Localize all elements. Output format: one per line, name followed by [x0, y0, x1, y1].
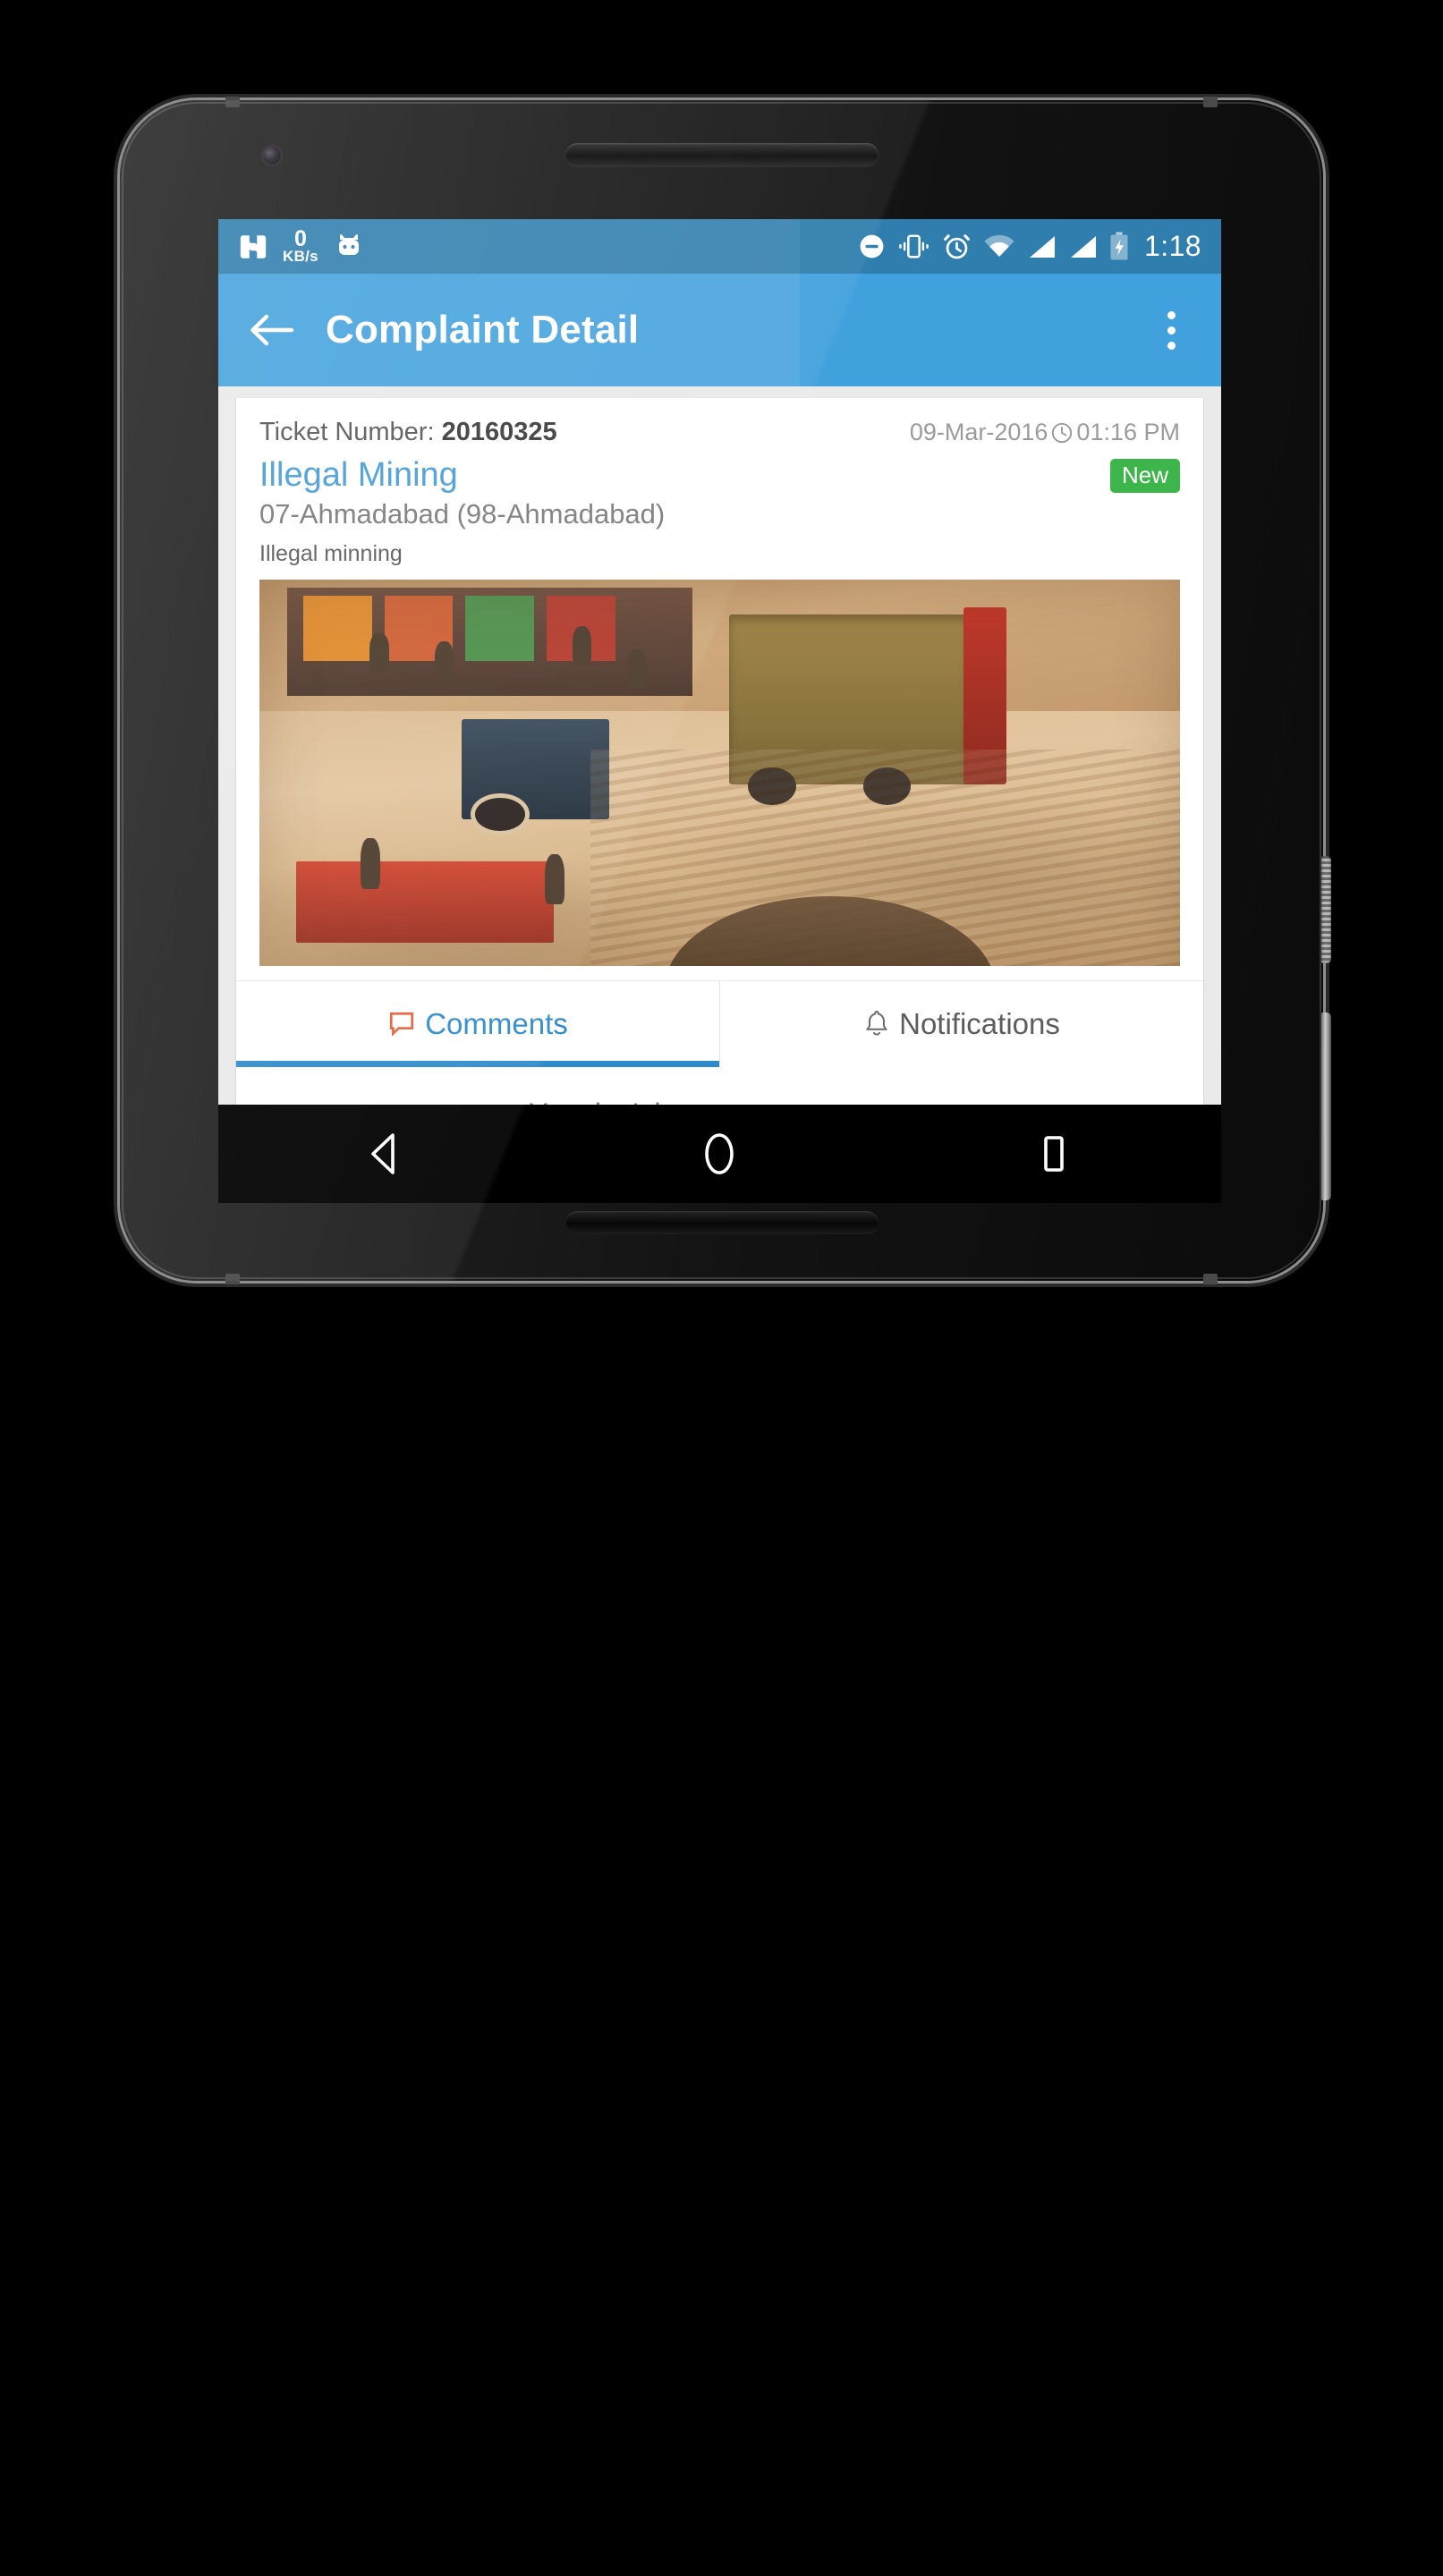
android-navigation-bar: [218, 1105, 1221, 1203]
nav-recents-square-icon: [1044, 1136, 1064, 1172]
ticket-timestamp: 09-Mar-2016 01:16 PM: [910, 419, 1180, 446]
content-scroll-area[interactable]: Ticket Number: 20160325 09-Mar-2016 01:1…: [218, 386, 1221, 1105]
page-title: Complaint Detail: [326, 308, 640, 352]
alarm-icon: [944, 234, 971, 259]
tab-notifications-label: Notifications: [899, 1007, 1060, 1040]
phone-frame: 0 KB/s 1:18 Complaint Detail Ticket Numb…: [120, 97, 1331, 1284]
ticket-number: Ticket Number: 20160325: [259, 418, 557, 447]
back-button[interactable]: [243, 302, 299, 358]
signal-icon: [1071, 235, 1097, 258]
arrow-left-icon: [250, 314, 294, 346]
front-camera-icon: [263, 147, 281, 165]
ticket-time-value: 01:16 PM: [1076, 419, 1180, 445]
network-speed-value: 0: [294, 226, 307, 252]
comments-panel: You don't have any comments Send Comment: [236, 1067, 1203, 1105]
more-vertical-icon: [1167, 341, 1176, 350]
more-vertical-icon: [1167, 310, 1176, 319]
bottom-speaker-grille: [564, 1211, 879, 1234]
status-badge: New: [1109, 458, 1180, 493]
volume-rocker-button[interactable]: [1321, 1013, 1331, 1200]
complaint-description: Illegal minning: [259, 541, 403, 566]
frame-nub: [1203, 97, 1218, 107]
wifi-icon: [984, 234, 1014, 257]
nav-home-circle-icon: [705, 1133, 734, 1174]
ticket-number-value: 20160325: [441, 418, 557, 446]
frame-nub: [225, 1274, 240, 1284]
complaint-photo[interactable]: [259, 580, 1180, 966]
power-button[interactable]: [1321, 856, 1331, 963]
status-bar-clock: 1:18: [1144, 230, 1201, 262]
ticket-header-row: Ticket Number: 20160325 09-Mar-2016 01:1…: [236, 398, 1203, 447]
empty-comments-message: You don't have any comments: [236, 1097, 1203, 1105]
complaint-location: 07-Ahmadabad (98-Ahmadabad): [259, 498, 666, 530]
nav-recents-button[interactable]: [1000, 1105, 1108, 1203]
network-speed-unit: KB/s: [283, 248, 318, 266]
signal-icon: [1030, 235, 1056, 258]
clock-icon: [1052, 422, 1073, 443]
earpiece-speaker: [564, 143, 879, 166]
comment-bubble-icon: [390, 1012, 414, 1037]
nav-back-triangle-icon: [371, 1133, 395, 1174]
complaint-title[interactable]: Illegal Mining: [259, 456, 458, 495]
battery-charging-icon: [1110, 232, 1128, 260]
frame-nub: [1203, 1274, 1218, 1284]
cyanogenmod-icon: [338, 233, 359, 255]
more-vertical-icon: [1167, 326, 1176, 335]
phone-screen: 0 KB/s 1:18 Complaint Detail Ticket Numb…: [218, 219, 1221, 1203]
complaint-title-row: Illegal Mining New: [236, 447, 1203, 495]
tab-notifications[interactable]: Notifications: [719, 981, 1203, 1067]
tab-comments-label: Comments: [425, 1007, 568, 1040]
ticket-date-value: 09-Mar-2016: [909, 419, 1048, 445]
nav-home-button[interactable]: [666, 1105, 773, 1203]
bell-icon: [866, 1010, 888, 1036]
status-bar-right-icons: 1:18: [858, 230, 1201, 263]
status-bar-left-icons: 0 KB/s: [238, 226, 365, 266]
network-speed-indicator: 0 KB/s: [283, 226, 318, 266]
app-icon: [240, 234, 267, 258]
photo-vignette: [259, 580, 1180, 966]
ticket-number-label: Ticket Number:: [259, 418, 442, 446]
frame-nub: [225, 97, 240, 107]
tab-bar: Comments Notifications: [236, 980, 1203, 1067]
app-bar: Complaint Detail: [218, 274, 1221, 386]
complaint-detail-card: Ticket Number: 20160325 09-Mar-2016 01:1…: [236, 398, 1203, 1105]
tab-comments[interactable]: Comments: [236, 981, 719, 1067]
do-not-disturb-icon: [860, 234, 884, 258]
overflow-menu-button[interactable]: [1146, 302, 1196, 358]
nav-back-button[interactable]: [332, 1105, 439, 1203]
status-bar: 0 KB/s 1:18: [218, 219, 1221, 274]
vibrate-icon: [899, 234, 929, 258]
